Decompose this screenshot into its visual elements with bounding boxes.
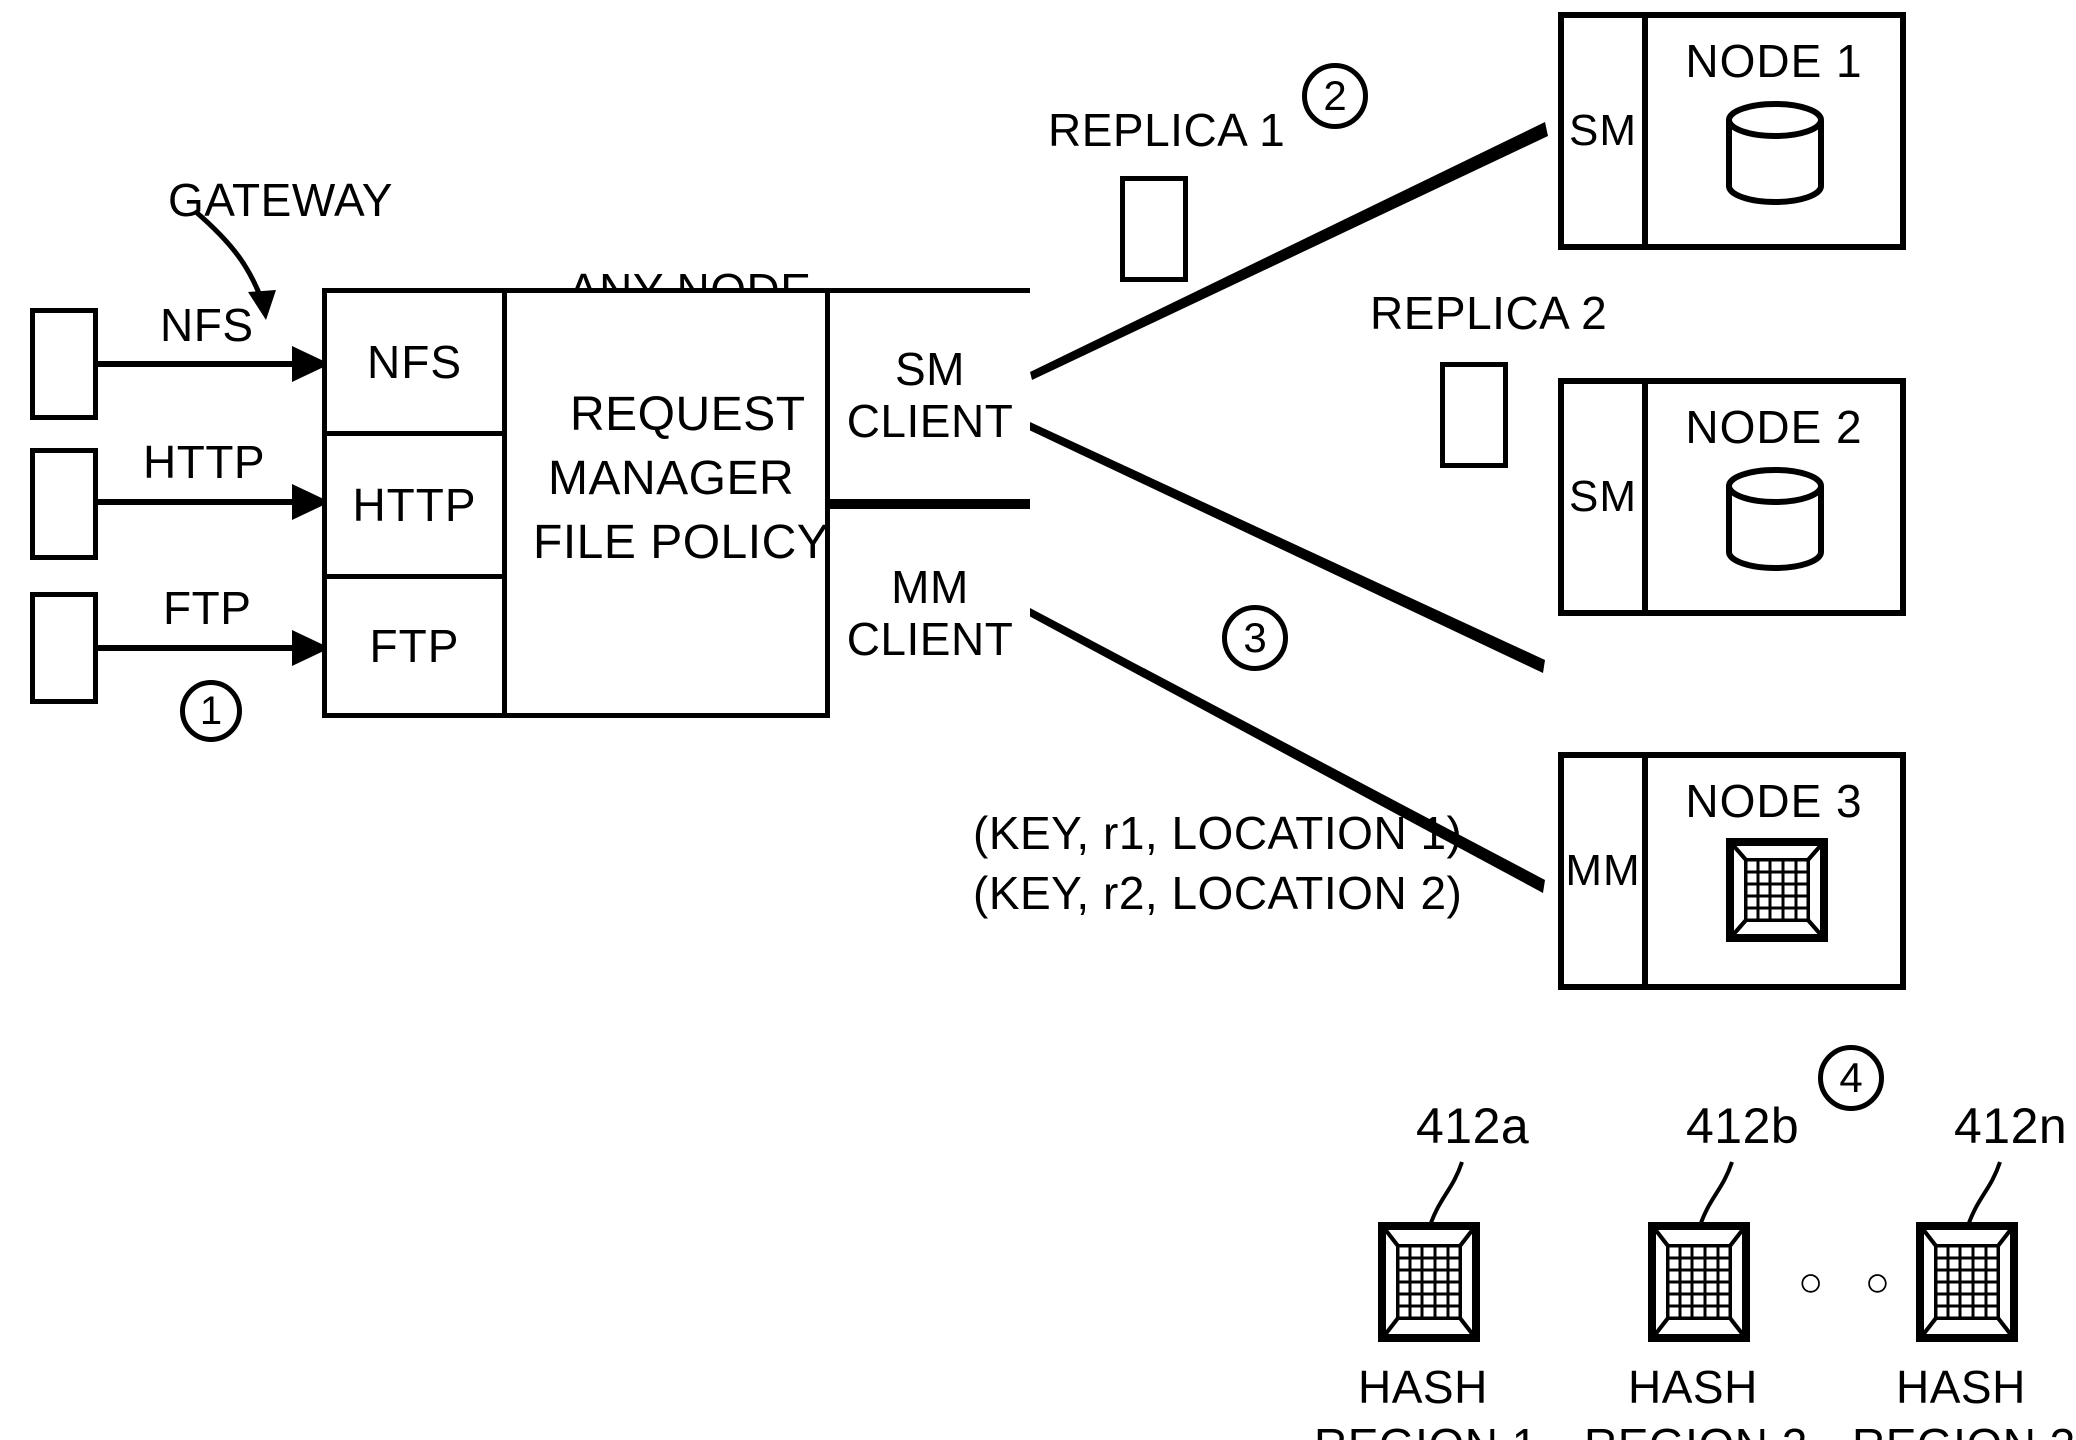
step-marker-1: 1	[180, 680, 242, 742]
gateway-stack-http-label: HTTP	[352, 479, 477, 531]
external-client-ftp	[30, 592, 98, 704]
request-manager-line1: REQUEST	[570, 388, 806, 441]
sm-client-label-line2: CLIENT	[846, 395, 1014, 447]
gateway-label: GATEWAY	[168, 174, 393, 226]
node-2-body: NODE 2	[1648, 384, 1900, 610]
hash-region-3-ref: 412n	[1954, 1098, 2068, 1154]
gateway-stack-nfs-label: NFS	[367, 336, 462, 388]
request-manager-line3: FILE POLICY	[533, 516, 830, 569]
node-1-module-label: SM	[1569, 106, 1637, 155]
replica-1-box	[1120, 176, 1188, 282]
connector-sm-node1	[1030, 122, 1548, 380]
external-client-nfs	[30, 308, 98, 420]
node-1-module: SM	[1564, 18, 1648, 244]
node-3-body: NODE 3	[1648, 758, 1900, 984]
hash-grid-icon	[1916, 1222, 2018, 1342]
step-marker-4-label: 4	[1839, 1054, 1863, 1101]
protocol-label-ftp: FTP	[163, 582, 252, 634]
gateway-stack-ftp: FTP	[327, 579, 507, 713]
hash-region-1-label-line1: HASH	[1358, 1361, 1488, 1413]
node-3-module-label: MM	[1565, 846, 1641, 895]
hash-region-3-label-line1: HASH	[1896, 1361, 2026, 1413]
node-1-box: SM NODE 1	[1558, 12, 1906, 250]
patent-figure-canvas: NFS HTTP FTP GATEWAY ANY NODE NFS HTTP F…	[0, 0, 2076, 1440]
database-cylinder-icon	[1726, 101, 1824, 205]
protocol-label-nfs: NFS	[160, 299, 254, 351]
step-marker-3: 3	[1222, 605, 1288, 671]
hash-region-1-label-line2: REGION 1	[1314, 1419, 1538, 1440]
arrow-http	[98, 484, 330, 520]
node-1-title: NODE 1	[1685, 35, 1863, 87]
step-marker-2: 2	[1302, 63, 1368, 129]
database-cylinder-icon	[1726, 467, 1824, 571]
hash-grid-icon	[1378, 1222, 1480, 1342]
hash-region-2-ref: 412b	[1686, 1098, 1800, 1154]
request-manager-line2: MANAGER	[548, 452, 795, 505]
gateway-stack-nfs: NFS	[327, 293, 507, 436]
gateway-stack-http: HTTP	[327, 436, 507, 579]
node-2-module-label: SM	[1569, 472, 1637, 521]
hash-region-2-label-line2: REGION 2	[1584, 1419, 1808, 1440]
node-2-box: SM NODE 2	[1558, 378, 1906, 616]
sm-client-label-line1: SM	[895, 343, 965, 396]
mm-client-label-line1: MM	[891, 560, 969, 613]
step-marker-2-label: 2	[1323, 72, 1347, 119]
replica-2-box	[1440, 362, 1508, 468]
node-3-title: NODE 3	[1685, 775, 1863, 827]
arrow-ftp	[98, 630, 330, 666]
hash-grid-icon	[1648, 1222, 1750, 1342]
step-marker-1-label: 1	[199, 688, 223, 733]
external-client-http	[30, 448, 98, 560]
node-2-module: SM	[1564, 384, 1648, 610]
mm-client-label-line2: CLIENT	[846, 612, 1014, 665]
step-marker-4: 4	[1818, 1045, 1884, 1111]
replica-2-label: REPLICA 2	[1370, 287, 1608, 339]
node-1-body: NODE 1	[1648, 18, 1900, 244]
sm-client-cell: SM CLIENT	[825, 288, 1030, 504]
hash-region-2-label-line1: HASH	[1628, 1361, 1758, 1413]
node-2-title: NODE 2	[1685, 401, 1863, 453]
key-tuple-line-2: (KEY, r2, LOCATION 2)	[973, 867, 1463, 919]
hash-region-3-label-line2: REGION 3	[1852, 1419, 2076, 1440]
mm-client-cell: MM CLIENT	[825, 504, 1030, 718]
hash-region-1-ref: 412a	[1416, 1098, 1530, 1154]
gateway-stack-ftp-label: FTP	[369, 620, 460, 672]
key-tuple-line-1: (KEY, r1, LOCATION 1)	[973, 807, 1463, 859]
replica-1-label: REPLICA 1	[1048, 104, 1286, 156]
node-3-module: MM	[1564, 758, 1648, 984]
step-marker-3-label: 3	[1243, 614, 1267, 661]
protocol-label-http: HTTP	[143, 436, 266, 488]
node-3-box: MM NODE 3	[1558, 752, 1906, 990]
hash-grid-icon	[1726, 838, 1828, 942]
